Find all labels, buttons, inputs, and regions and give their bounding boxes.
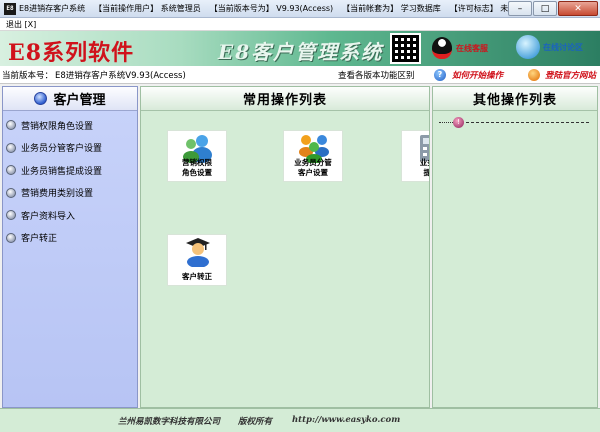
tree-connector — [439, 122, 453, 123]
bullet-icon — [34, 92, 48, 105]
official-website-link[interactable]: 登陆官方网站 — [545, 69, 596, 81]
radio-dot-icon — [6, 120, 16, 131]
brand-logo: E8系列软件 — [8, 40, 135, 66]
radio-dot-icon — [6, 232, 16, 243]
menu-item-commission[interactable]: 业务员销售提成设置 — [3, 159, 137, 182]
website-icon[interactable] — [528, 69, 540, 81]
footer-rights: 版权所有 — [238, 417, 273, 427]
common-operations-header: 常用操作列表 — [141, 87, 429, 111]
version-bar: 当前版本号： E8进销存客户系统V9.93(Access) 查看各版本功能区别 … — [0, 66, 600, 84]
help-icon[interactable]: ? — [434, 69, 446, 81]
how-to-start-link[interactable]: 如何开始操作 — [452, 69, 503, 81]
window-controls: – □ ✕ — [507, 1, 598, 16]
tree-line — [466, 122, 589, 123]
tile-label: 业务员分管 客户设置 — [294, 158, 332, 177]
tile-sales-role[interactable]: 营销权限 角色设置 — [167, 130, 227, 182]
footer: 兰州易凯数字科技有限公司 版权所有 http://www.easyko.com — [0, 408, 600, 432]
compare-versions-link[interactable]: 查看各版本功能区别 — [338, 69, 415, 81]
qq-icon — [432, 37, 452, 59]
menu-item-label: 客户资料导入 — [21, 211, 76, 222]
tile-commission[interactable]: 业务员 提成 — [401, 130, 429, 182]
function-list: 营销权限角色设置 业务员分管客户设置 业务员销售提成设置 营销费用类别设置 客户… — [3, 111, 137, 249]
other-operations-title: 其他操作列表 — [472, 93, 557, 108]
menu-item-expense-category[interactable]: 营销费用类别设置 — [3, 182, 137, 205]
tile-label: 客户转正 — [182, 272, 212, 281]
footer-company: 兰州易凯数字科技有限公司 — [118, 417, 221, 427]
chat-bubble-icon — [516, 35, 540, 59]
banner-title: E8客户管理系统 — [218, 40, 384, 64]
online-service-button[interactable]: 在线客服 — [432, 37, 488, 59]
menu-item-label: 业务员销售提成设置 — [21, 166, 103, 177]
banner: E8系列软件 E8客户管理系统 在线客服 在线讨论区 — [0, 31, 600, 66]
radio-dot-icon — [6, 165, 16, 176]
other-operations-tree[interactable]: ! — [439, 117, 589, 128]
maximize-icon[interactable]: □ — [533, 1, 557, 16]
footer-url[interactable]: http://www.easyko.com — [292, 415, 400, 425]
tile-customer-convert[interactable]: 客户转正 — [167, 234, 227, 286]
version-value: E8进销存客户系统V9.93(Access) — [55, 70, 186, 81]
left-panel: 客户管理 营销权限角色设置 业务员分管客户设置 业务员销售提成设置 营销费用类别… — [2, 86, 138, 408]
menu-item-label: 业务员分管客户设置 — [21, 144, 103, 155]
forum-label: 在线讨论区 — [543, 42, 583, 52]
radio-dot-icon — [6, 210, 16, 221]
menu-exit[interactable]: 退出 [X] — [6, 19, 36, 30]
title-app-name: E8进销存客户系统 — [19, 4, 86, 13]
menu-item-label: 营销费用类别设置 — [21, 189, 94, 200]
close-icon[interactable]: ✕ — [558, 1, 598, 16]
tile-label: 业务员 提成 — [419, 158, 429, 177]
other-operations-header: 其他操作列表 — [433, 87, 597, 111]
left-panel-title: 客户管理 — [53, 93, 106, 108]
forum-button[interactable]: 在线讨论区 — [516, 35, 583, 59]
online-service-label: 在线客服 — [456, 43, 488, 53]
common-operations-title: 常用操作列表 — [242, 93, 327, 108]
radio-dot-icon — [6, 142, 16, 153]
title-current-user: 【当前操作用户】 系统管理员 — [94, 4, 201, 13]
book-icon: ! — [453, 117, 464, 128]
minimize-icon[interactable]: – — [508, 1, 532, 16]
menu-item-customer-import[interactable]: 客户资料导入 — [3, 204, 137, 227]
tile-label: 营销权限 角色设置 — [182, 158, 212, 177]
common-operations-panel: 常用操作列表 营销权限 角色设置 业务员分管 客户设置 业务员 提成 客户转正 — [140, 86, 430, 408]
menu-bar: 退出 [X] — [0, 18, 600, 31]
menu-item-salesman-customer[interactable]: 业务员分管客户设置 — [3, 137, 137, 160]
version-label: 当前版本号： — [2, 70, 54, 81]
menu-item-sales-role[interactable]: 营销权限角色设置 — [3, 114, 137, 137]
radio-dot-icon — [6, 187, 16, 198]
tile-salesman-customer[interactable]: 业务员分管 客户设置 — [283, 130, 343, 182]
menu-item-customer-convert[interactable]: 客户转正 — [3, 227, 137, 250]
graduate-icon — [186, 238, 210, 267]
menu-item-label: 营销权限角色设置 — [21, 121, 94, 132]
left-panel-header: 客户管理 — [3, 87, 137, 111]
title-account-set: 【当前帐套为】 学习数据库 — [342, 4, 441, 13]
qr-code-icon — [390, 33, 421, 64]
title-bar: E8 E8进销存客户系统 【当前操作用户】 系统管理员 【当前版本号为】 V9.… — [0, 0, 600, 18]
other-operations-panel: 其他操作列表 ! — [432, 86, 598, 408]
menu-item-label: 客户转正 — [21, 234, 58, 245]
app-icon: E8 — [4, 2, 16, 15]
title-version: 【当前版本号为】 V9.93(Access) — [209, 4, 334, 13]
